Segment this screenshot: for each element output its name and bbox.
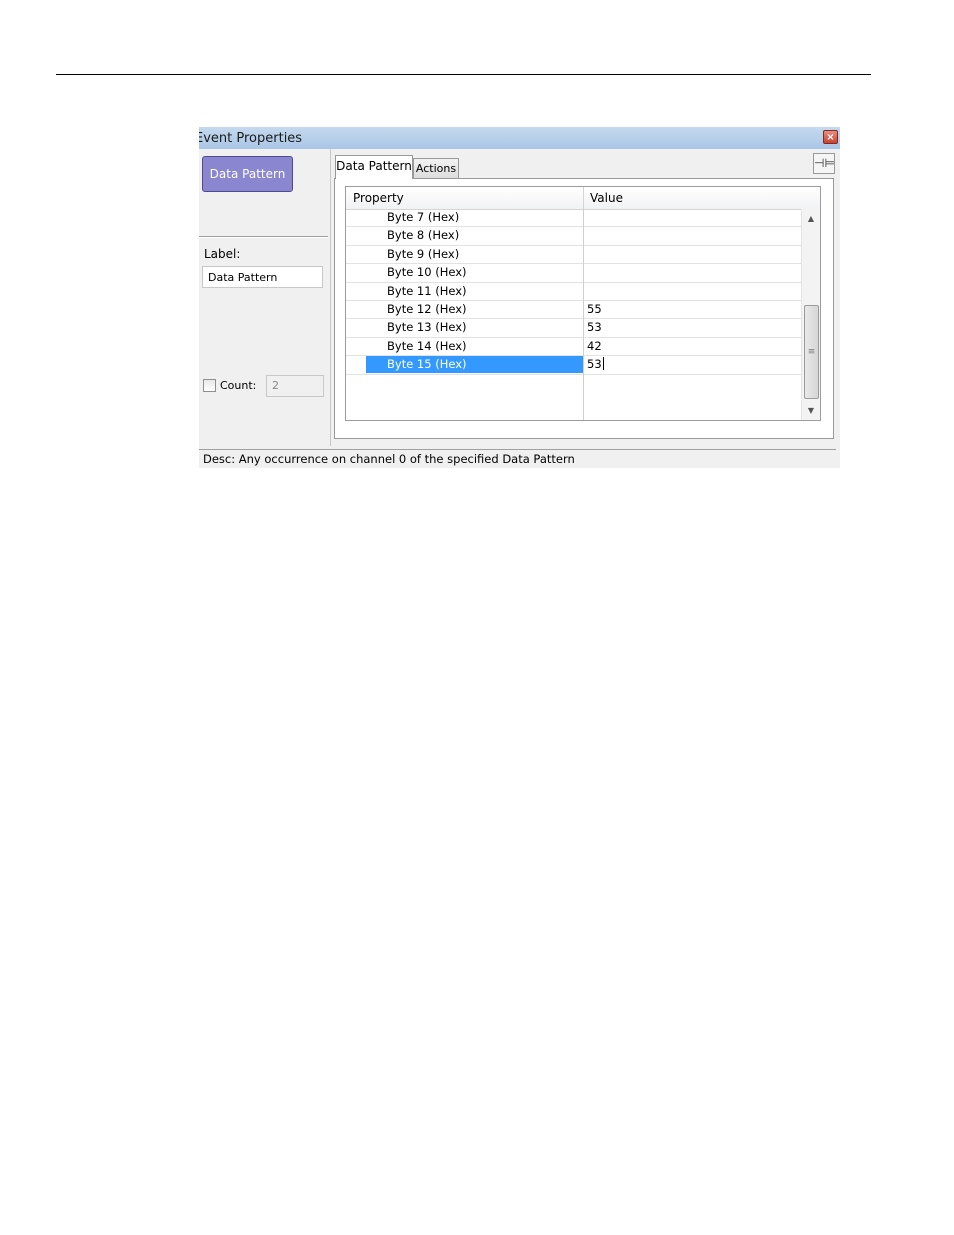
data-pattern-tab-page: Property Value Byte 7 (Hex) Byte 8 (Hex) B… [334, 178, 834, 439]
property-grid: Property Value Byte 7 (Hex) Byte 8 (Hex) B… [345, 186, 821, 421]
status-description: Desc: Any occurrence on channel 0 of the… [203, 452, 575, 466]
grid-header: Property Value [346, 187, 820, 210]
value-cell[interactable] [584, 264, 801, 281]
column-header-value[interactable]: Value [590, 191, 623, 205]
value-cell[interactable] [584, 283, 801, 300]
property-cell[interactable]: Byte 13 (Hex) [366, 319, 583, 336]
property-cell[interactable]: Byte 9 (Hex) [366, 246, 583, 263]
value-cell[interactable]: 42 [584, 338, 801, 355]
pin-icon: ⊣⊨ [814, 156, 835, 170]
count-checkbox[interactable] [203, 379, 216, 392]
table-row[interactable]: Byte 11 (Hex) [346, 283, 801, 301]
value-cell[interactable] [584, 227, 801, 244]
column-header-separator[interactable] [583, 187, 584, 209]
column-separator [583, 209, 584, 420]
value-text: 53 [587, 320, 602, 335]
window-title: Event Properties [199, 131, 303, 146]
value-text: 42 [587, 338, 602, 353]
scroll-thumb[interactable]: ≡ [804, 305, 819, 399]
table-row[interactable]: Byte 15 (Hex) 53 [346, 356, 801, 375]
pin-button[interactable]: ⊣⊨ [813, 153, 835, 174]
event-type-button[interactable]: Data Pattern [202, 156, 293, 192]
panel-splitter[interactable] [330, 149, 331, 446]
table-row[interactable]: Byte 9 (Hex) [346, 246, 801, 265]
property-cell[interactable]: Byte 8 (Hex) [366, 227, 583, 244]
value-text: 53 [587, 357, 602, 372]
count-caption: Count: [220, 379, 257, 392]
property-cell[interactable]: Byte 12 (Hex) [366, 301, 583, 318]
title-bar[interactable]: Event Properties × [199, 127, 840, 149]
property-cell[interactable]: Byte 15 (Hex) [366, 356, 583, 374]
right-panel: Data Pattern Actions ⊣⊨ Property Value B… [332, 149, 840, 446]
column-header-property[interactable]: Property [353, 191, 404, 205]
table-row[interactable]: Byte 13 (Hex) 53 [346, 319, 801, 338]
value-cell[interactable]: 55 [584, 301, 801, 318]
scroll-up-icon[interactable]: ▲ [802, 211, 820, 227]
table-row[interactable]: Byte 12 (Hex) 55 [346, 301, 801, 320]
label-input[interactable] [202, 266, 323, 288]
close-icon: × [826, 132, 835, 143]
table-row[interactable]: Byte 14 (Hex) 42 [346, 338, 801, 357]
text-caret [602, 357, 604, 371]
value-cell[interactable] [584, 209, 801, 226]
property-cell[interactable]: Byte 11 (Hex) [366, 283, 583, 300]
left-panel: Data Pattern Label: Count: 2 [199, 149, 330, 446]
left-panel-divider [199, 236, 328, 237]
table-row[interactable]: Byte 7 (Hex) [346, 209, 801, 228]
page-top-rule [56, 74, 871, 75]
value-cell[interactable]: 53 [584, 319, 801, 336]
label-caption: Label: [204, 247, 241, 261]
tab-actions[interactable]: Actions [413, 158, 459, 179]
table-row[interactable]: Byte 10 (Hex) [346, 264, 801, 283]
close-button[interactable]: × [823, 130, 838, 144]
count-input[interactable]: 2 [266, 375, 324, 397]
scroll-grip-icon: ≡ [807, 347, 816, 357]
scroll-down-icon[interactable]: ▼ [802, 403, 820, 419]
value-cell[interactable]: 53 [584, 356, 801, 373]
status-bar: Desc: Any occurrence on channel 0 of the… [199, 449, 836, 468]
value-text: 55 [587, 301, 602, 316]
value-cell[interactable] [584, 246, 801, 263]
property-cell[interactable]: Byte 14 (Hex) [366, 338, 583, 355]
table-row[interactable]: Byte 8 (Hex) [346, 227, 801, 246]
grid-rows: Byte 7 (Hex) Byte 8 (Hex) Byte 9 (Hex) Byte… [346, 209, 801, 375]
tab-data-pattern[interactable]: Data Pattern [335, 155, 413, 179]
property-cell[interactable]: Byte 10 (Hex) [366, 264, 583, 281]
vertical-scrollbar[interactable]: ▲ ≡ ▼ [801, 209, 820, 420]
property-cell[interactable]: Byte 7 (Hex) [366, 209, 583, 226]
event-properties-window: Event Properties × Data Pattern Label: C… [199, 127, 840, 468]
